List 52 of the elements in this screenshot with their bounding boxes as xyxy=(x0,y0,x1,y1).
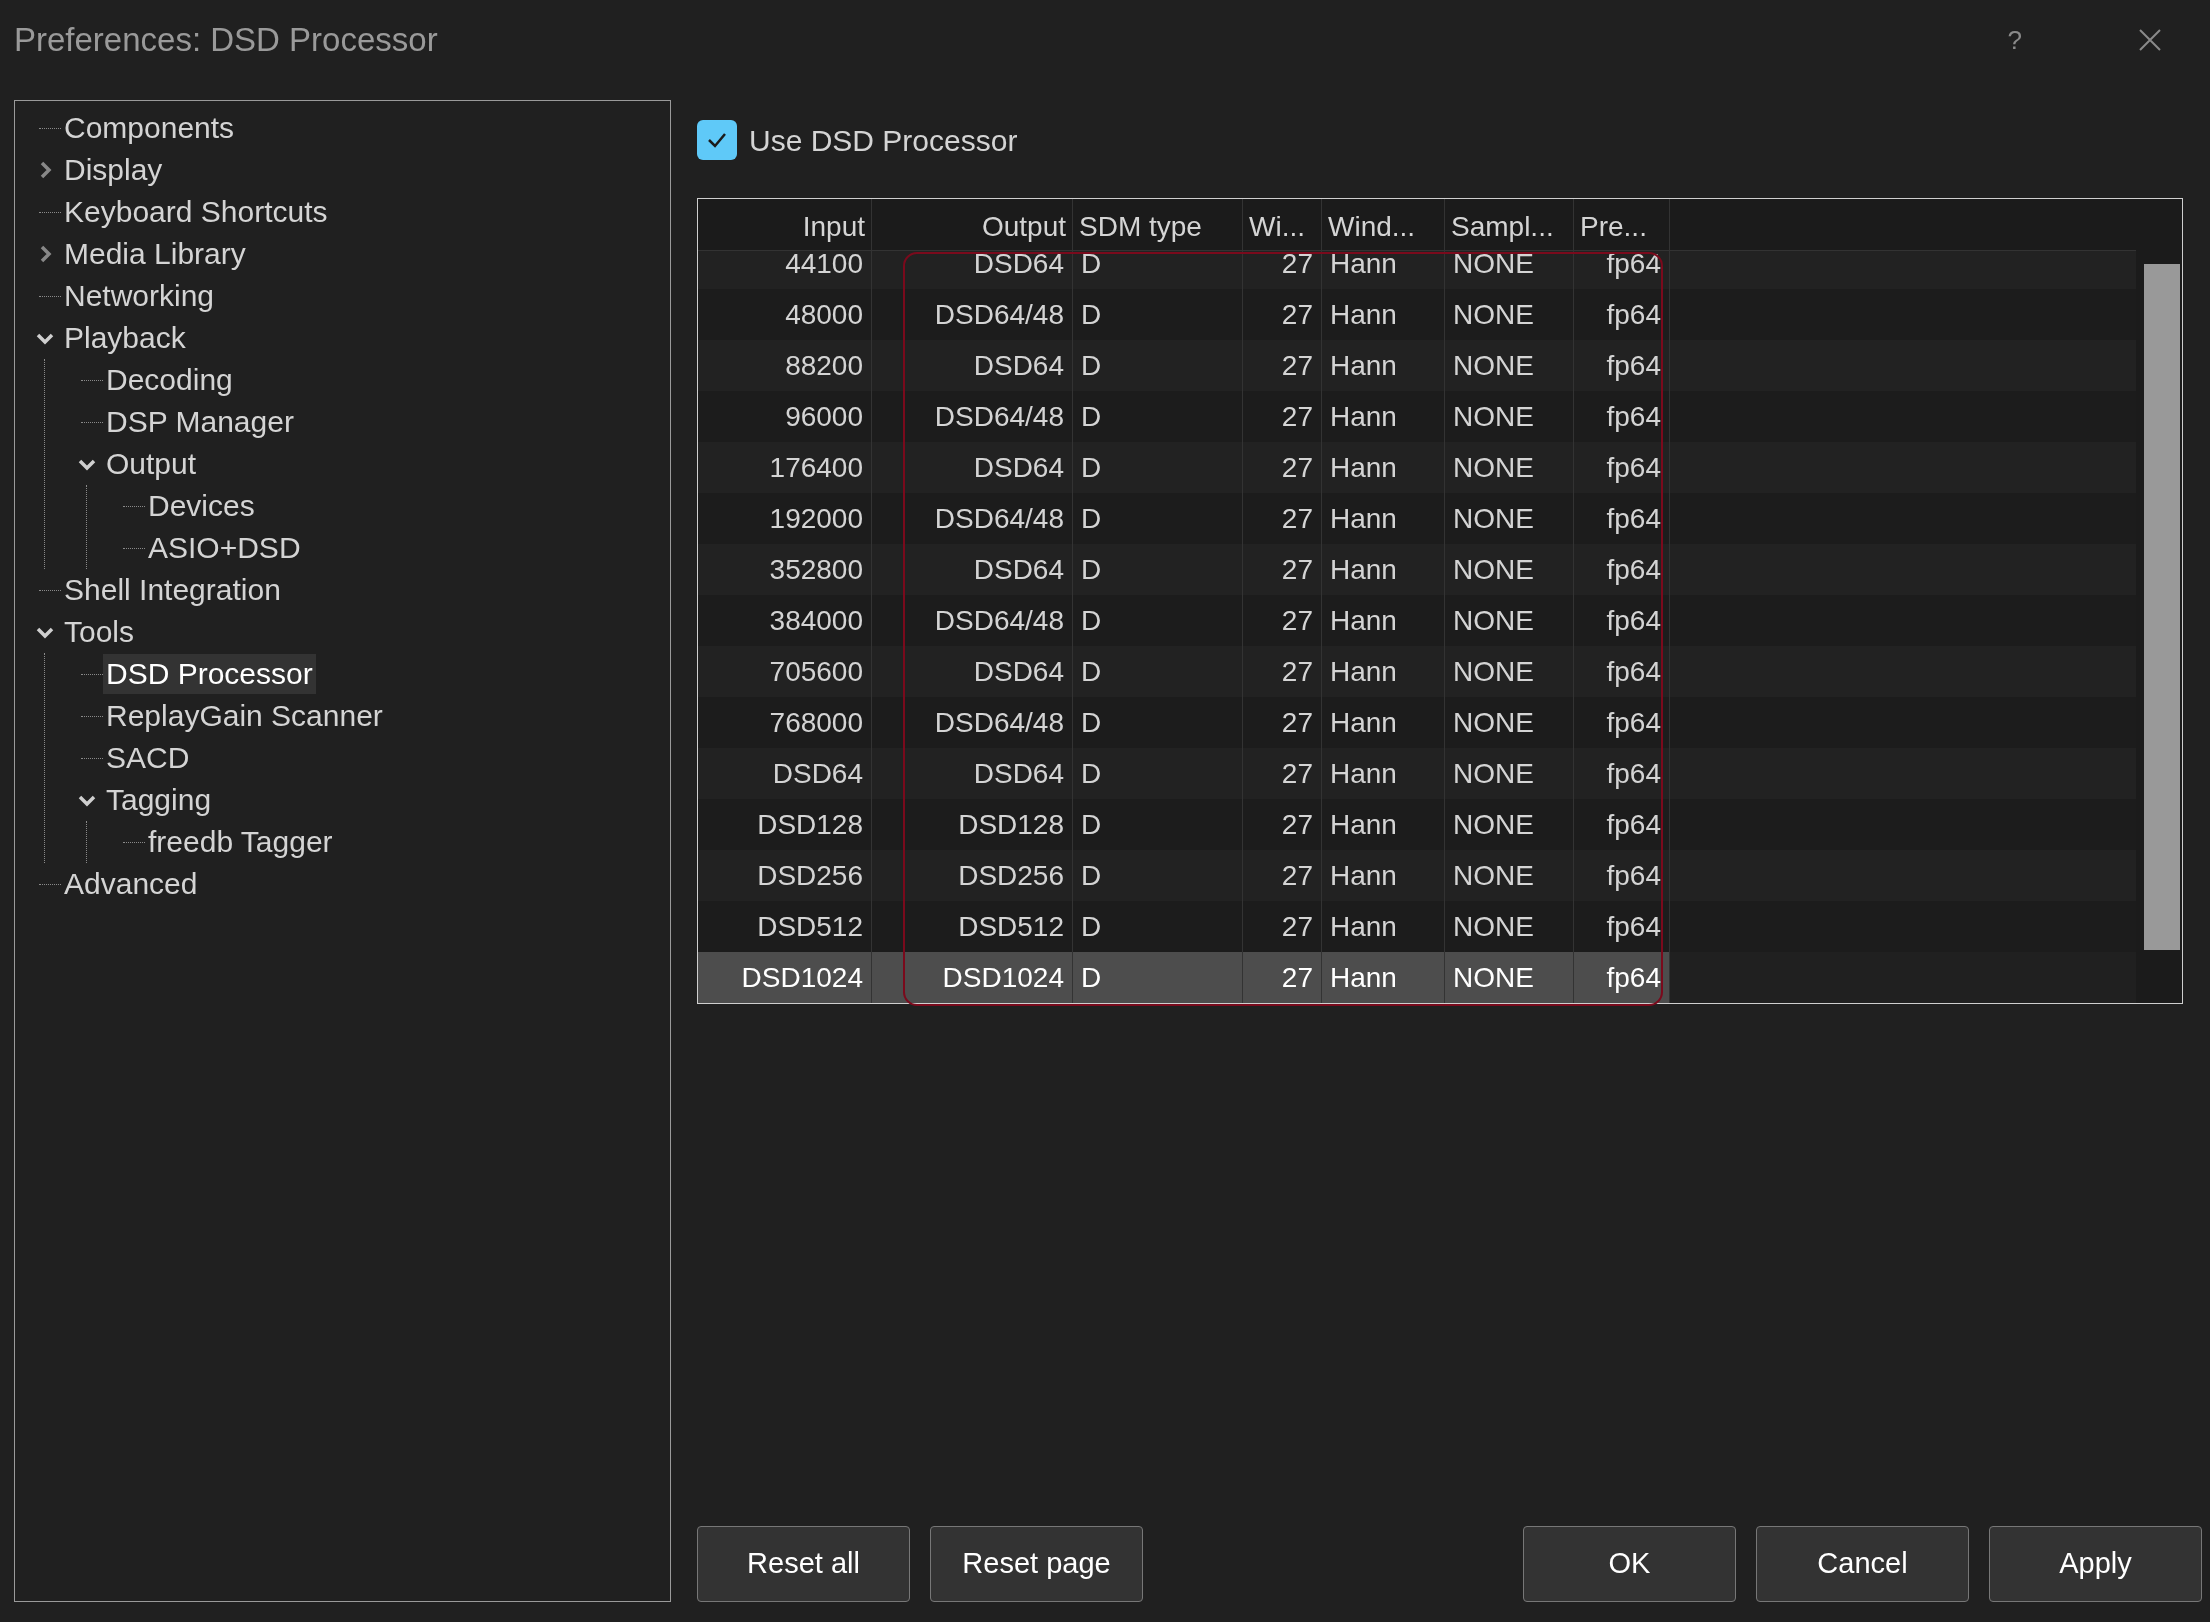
tree-item[interactable]: Networking xyxy=(61,276,218,316)
tree-item[interactable]: Media Library xyxy=(61,234,249,274)
table-row[interactable]: 192000 DSD64/48 D 27 Hann NONE fp64 xyxy=(698,493,2136,544)
tree-item[interactable]: DSP Manager xyxy=(103,402,297,442)
tree-item[interactable]: Advanced xyxy=(61,864,201,904)
checkbox-label: Use DSD Processor xyxy=(749,122,1018,159)
tree-item[interactable]: Display xyxy=(61,150,166,190)
tree-item[interactable]: SACD xyxy=(103,738,193,778)
table-row[interactable]: DSD512 DSD512 D 27 Hann NONE fp64 xyxy=(698,901,2136,952)
table-cell: DSD1024 xyxy=(698,952,872,1003)
dialog-button[interactable]: Reset page xyxy=(930,1526,1143,1602)
tree-item[interactable]: Output xyxy=(103,444,200,484)
table-row[interactable]: 384000 DSD64/48 D 27 Hann NONE fp64 xyxy=(698,595,2136,646)
dialog-button[interactable]: OK xyxy=(1523,1526,1736,1602)
table-cell: fp64 xyxy=(1574,952,1670,1003)
tree-item[interactable]: Keyboard Shortcuts xyxy=(61,192,331,232)
tree-item[interactable]: Tagging xyxy=(103,780,215,820)
tree-item[interactable]: Tools xyxy=(61,612,138,652)
help-button[interactable]: ? xyxy=(1999,20,2030,60)
tree-item[interactable]: Shell Integration xyxy=(61,570,284,610)
table-cell: DSD1024 xyxy=(872,952,1073,1003)
column-header[interactable]: Wind... xyxy=(1322,199,1445,250)
tree-item[interactable]: Decoding xyxy=(103,360,236,400)
window-title: Preferences: DSD Processor xyxy=(14,20,438,61)
tree-item[interactable]: Devices xyxy=(145,486,258,526)
table-row[interactable]: 48000 DSD64/48 D 27 Hann NONE fp64 xyxy=(698,289,2136,340)
tree-item[interactable]: Playback xyxy=(61,318,189,358)
column-header[interactable]: Output xyxy=(872,199,1073,250)
column-header[interactable]: SDM type xyxy=(1073,199,1243,250)
column-header[interactable]: Pre... xyxy=(1574,199,1670,250)
close-icon xyxy=(2138,28,2162,52)
column-header[interactable]: Sampl... xyxy=(1445,199,1574,250)
table-row[interactable]: 768000 DSD64/48 D 27 Hann NONE fp64 xyxy=(698,697,2136,748)
checkbox[interactable] xyxy=(697,120,737,160)
dialog-button[interactable]: Reset all xyxy=(697,1526,910,1602)
column-header[interactable]: Wi... xyxy=(1243,199,1322,250)
table-cell: NONE xyxy=(1445,952,1574,1003)
tree-item[interactable]: Components xyxy=(61,108,238,148)
column-header[interactable]: Input xyxy=(698,199,872,250)
dialog-button[interactable]: Apply xyxy=(1989,1526,2202,1602)
tree-item[interactable]: DSD Processor xyxy=(103,654,316,694)
tree-item[interactable]: ReplayGain Scanner xyxy=(103,696,386,736)
dialog-button[interactable]: Cancel xyxy=(1756,1526,1969,1602)
scrollbar-thumb[interactable] xyxy=(2144,264,2180,950)
table-row[interactable]: 96000 DSD64/48 D 27 Hann NONE fp64 xyxy=(698,391,2136,442)
tree-item[interactable]: freedb Tagger xyxy=(145,822,336,862)
tree-item[interactable]: ASIO+DSD xyxy=(145,528,304,568)
table-cell: D xyxy=(1073,952,1243,1003)
table-cell: 27 xyxy=(1243,952,1322,1003)
table-row[interactable]: DSD128 DSD128 D 27 Hann NONE fp64 xyxy=(698,799,2136,850)
table-cell: Hann xyxy=(1322,952,1445,1003)
table-row[interactable]: DSD1024 DSD1024 D 27 Hann NONE fp64 xyxy=(698,952,1670,1003)
